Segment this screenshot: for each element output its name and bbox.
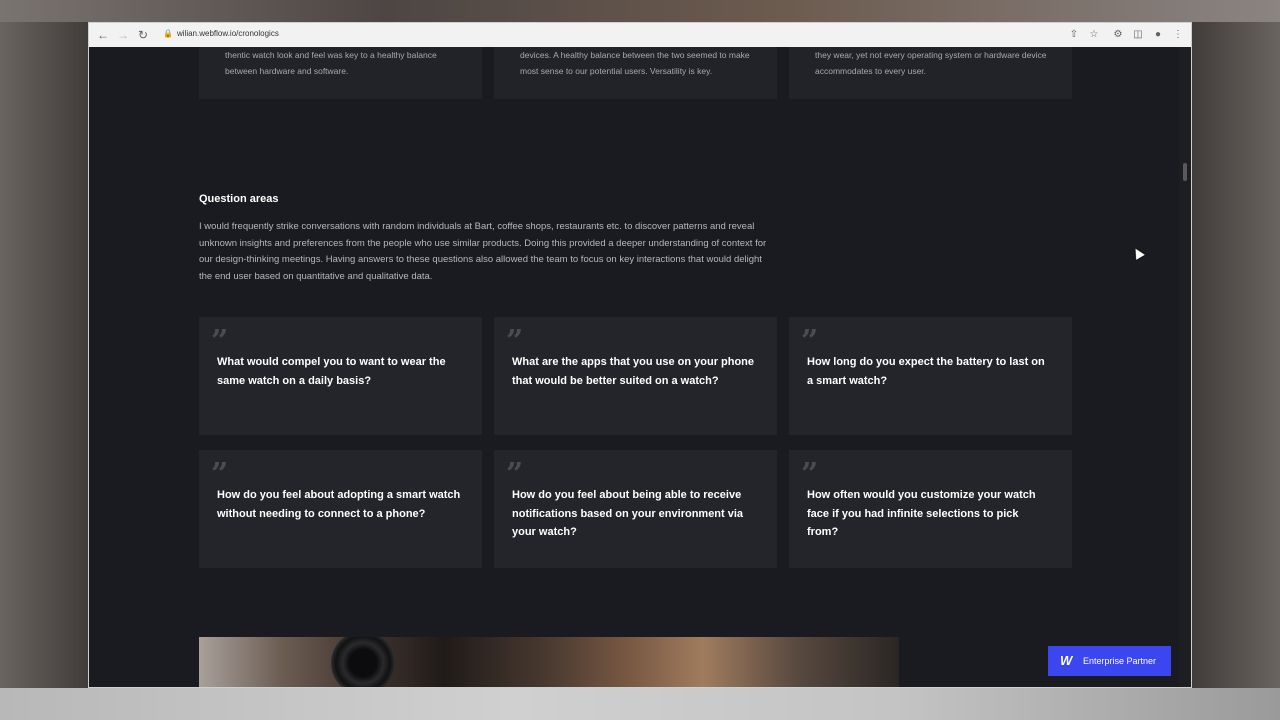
scrollbar-thumb[interactable] [1183, 163, 1187, 181]
question-text: How long do you expect the battery to la… [807, 356, 1045, 387]
address-bar[interactable]: wilian.webflow.io/cronologics [177, 29, 279, 38]
camera-photo [199, 637, 899, 687]
question-text: How do you feel about adopting a smart w… [217, 489, 461, 520]
background-top [0, 0, 1280, 22]
question-text: How do you feel about being able to rece… [512, 489, 744, 538]
webflow-logo-icon: W [1060, 653, 1073, 668]
question-card: ” What would compel you to want to wear … [199, 317, 482, 435]
question-text: What would compel you to want to wear th… [217, 356, 446, 387]
sidebar-icon[interactable]: ◫ [1131, 27, 1145, 43]
camera-lens [331, 637, 395, 687]
scrollbar[interactable] [1179, 47, 1191, 687]
section-title: Question areas [199, 193, 279, 205]
menu-icon[interactable]: ⋮ [1171, 27, 1185, 43]
section-body: I would frequently strike conversations … [199, 221, 767, 282]
background-bottom [0, 688, 1280, 720]
question-text: How often would you customize your watch… [807, 489, 1036, 538]
question-card: ” How do you feel about being able to re… [494, 450, 777, 568]
enterprise-partner-badge[interactable]: W Enterprise Partner [1048, 646, 1171, 676]
question-card: ” How often would you customize your wat… [789, 450, 1072, 568]
question-card: ” How do you feel about adopting a smart… [199, 450, 482, 568]
browser-window: ← → ↻ 🔒 wilian.webflow.io/cronologics ⇧ … [88, 22, 1192, 688]
profile-icon[interactable]: ● [1151, 27, 1165, 43]
feature-card-text: devices. A healthy balance between the t… [520, 50, 750, 76]
feature-card: they wear, yet not every operating syste… [789, 47, 1072, 99]
feature-card-text: thentic watch look and feel was key to a… [225, 50, 437, 76]
lock-icon[interactable]: 🔒 [163, 29, 173, 39]
reload-icon[interactable]: ↻ [135, 27, 151, 43]
bookmark-star-icon[interactable]: ☆ [1087, 27, 1101, 43]
badge-label: Enterprise Partner [1083, 656, 1157, 666]
browser-toolbar: ← → ↻ 🔒 wilian.webflow.io/cronologics ⇧ … [89, 23, 1191, 48]
page-content: thentic watch look and feel was key to a… [89, 47, 1181, 687]
forward-icon[interactable]: → [115, 27, 131, 43]
back-icon[interactable]: ← [95, 27, 111, 43]
feature-card: devices. A healthy balance between the t… [494, 47, 777, 99]
question-card: ” What are the apps that you use on your… [494, 317, 777, 435]
feature-card-text: they wear, yet not every operating syste… [815, 50, 1047, 76]
feature-card: thentic watch look and feel was key to a… [199, 47, 482, 99]
extensions-icon[interactable]: ⚙ [1111, 27, 1125, 43]
question-text: What are the apps that you use on your p… [512, 356, 755, 387]
share-icon[interactable]: ⇧ [1067, 27, 1081, 43]
question-card: ” How long do you expect the battery to … [789, 317, 1072, 435]
